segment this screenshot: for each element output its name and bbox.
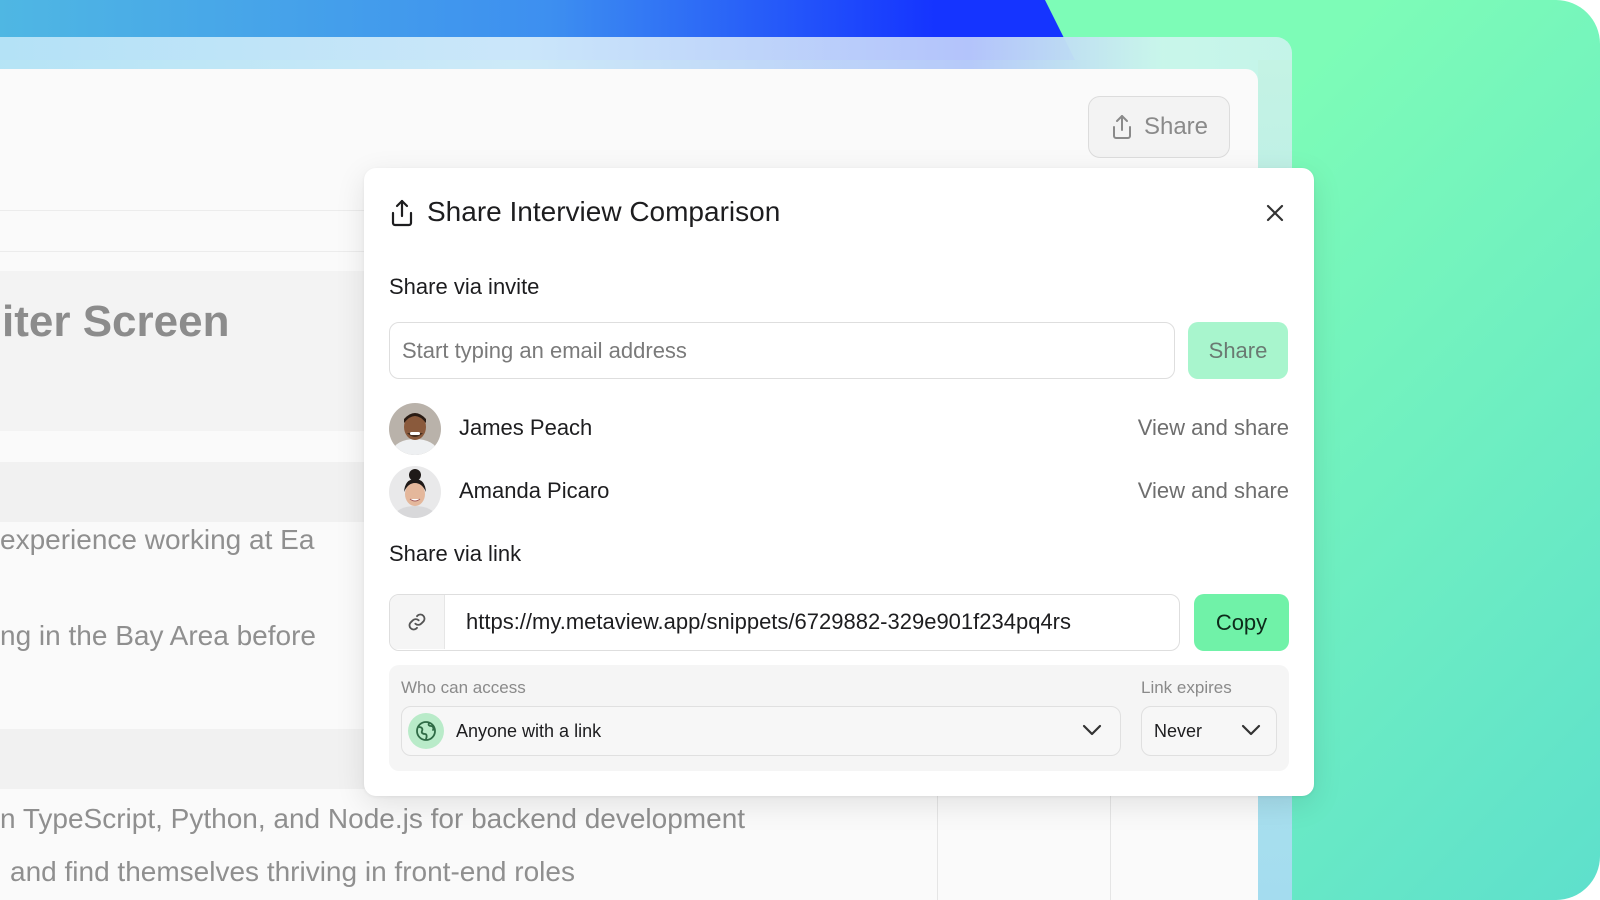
link-icon-box — [390, 595, 445, 649]
link-expires-label: Link expires — [1141, 678, 1232, 697]
person-row: James Peach View and share — [389, 403, 1289, 455]
share-icon — [1112, 115, 1131, 139]
who-can-access-label: Who can access — [401, 678, 526, 697]
body-text-line: ng in the Bay Area before — [0, 620, 316, 651]
access-settings: Who can access Link expires Anyone with … — [389, 665, 1289, 771]
modal-title: Share Interview Comparison — [427, 196, 781, 227]
person-name: James Peach — [459, 415, 593, 440]
chevron-down-icon — [1082, 724, 1102, 736]
copy-button[interactable]: Copy — [1194, 594, 1289, 651]
avatar — [389, 403, 441, 455]
globe-icon-badge — [408, 713, 444, 749]
permission-select[interactable]: View and share — [1138, 415, 1289, 441]
person-name: Amanda Picaro — [459, 478, 610, 503]
body-text-line: and find themselves thriving in front-en… — [10, 856, 575, 887]
share-icon — [391, 199, 413, 227]
access-select[interactable]: Anyone with a link — [401, 706, 1121, 756]
expires-value: Never — [1154, 721, 1203, 741]
email-input[interactable] — [389, 322, 1175, 379]
header-share-label: Share — [1143, 113, 1209, 140]
close-icon[interactable] — [1264, 202, 1286, 224]
expires-select[interactable]: Never — [1141, 706, 1277, 756]
share-link-url: https://my.metaview.app/snippets/6729882… — [466, 609, 1071, 634]
permission-select[interactable]: View and share — [1138, 478, 1289, 504]
chevron-down-icon — [1241, 724, 1261, 736]
globe-icon — [416, 721, 436, 741]
link-icon — [408, 613, 426, 631]
share-modal: Share Interview Comparison Share via inv… — [364, 168, 1314, 796]
link-section-label: Share via link — [389, 541, 522, 566]
person-row: Amanda Picaro View and share — [389, 466, 1289, 518]
body-text-line: experience working at Ea — [0, 524, 315, 555]
page-title: iter Screen — [2, 297, 230, 346]
avatar — [389, 466, 441, 518]
body-text-line: n TypeScript, Python, and Node.js for ba… — [0, 803, 746, 834]
invite-share-button[interactable]: Share — [1188, 322, 1288, 379]
invite-section-label: Share via invite — [389, 274, 540, 299]
header-share-button[interactable]: Share — [1088, 96, 1230, 158]
link-field[interactable]: https://my.metaview.app/snippets/6729882… — [389, 594, 1180, 651]
access-value: Anyone with a link — [456, 721, 602, 741]
